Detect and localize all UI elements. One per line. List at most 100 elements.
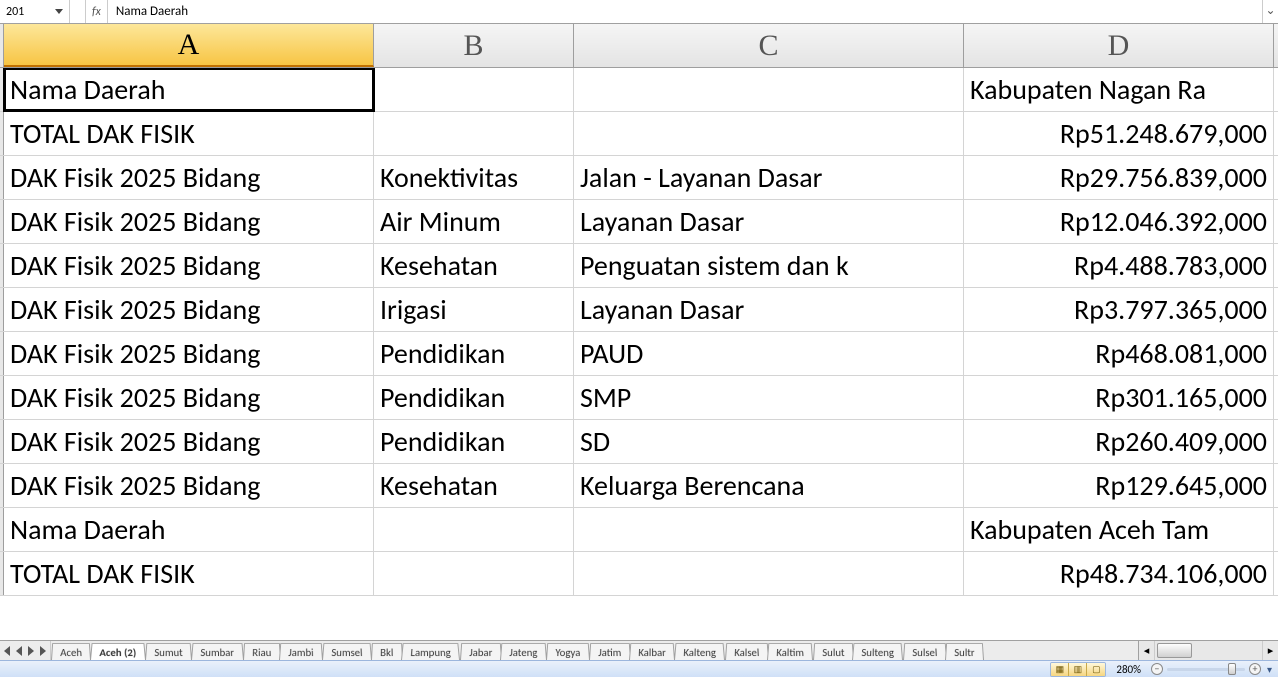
sheet-tab[interactable]: Aceh xyxy=(51,643,91,660)
sheet-tabs-bar: AcehAceh (2)SumutSumbarRiauJambiSumselBk… xyxy=(0,640,1278,660)
column-headers: ABCD xyxy=(0,24,1278,68)
column-header-B[interactable]: B xyxy=(374,24,574,67)
sheet-tab[interactable]: Jateng xyxy=(500,643,547,660)
cell[interactable]: Rp129.645,000 xyxy=(964,464,1274,507)
horizontal-scrollbar[interactable]: ◂ ▸ xyxy=(1138,641,1278,660)
sheet-tab[interactable]: Riau xyxy=(243,643,281,660)
zoom-thumb[interactable] xyxy=(1228,663,1236,675)
cell[interactable] xyxy=(374,112,574,155)
cell[interactable]: DAK Fisik 2025 Bidang xyxy=(4,156,374,199)
sheet-tab[interactable]: Aceh (2) xyxy=(90,643,146,660)
sheet-tab[interactable]: Yogya xyxy=(546,643,590,660)
sheet-tab[interactable]: Kaltim xyxy=(767,643,813,660)
cell[interactable]: Layanan Dasar xyxy=(574,288,964,331)
sheet-tab[interactable]: Sultr xyxy=(945,643,984,660)
sheet-tab[interactable]: Kalbar xyxy=(629,643,675,660)
cell[interactable]: SD xyxy=(574,420,964,463)
zoom-slider[interactable]: − + xyxy=(1151,663,1261,675)
cell[interactable]: Rp51.248.679,000 xyxy=(964,112,1274,155)
cell[interactable]: Rp468.081,000 xyxy=(964,332,1274,375)
cell[interactable]: DAK Fisik 2025 Bidang xyxy=(4,464,374,507)
sheet-tab[interactable]: Sulteng xyxy=(852,643,903,660)
cell[interactable]: Rp301.165,000 xyxy=(964,376,1274,419)
cell[interactable]: Pendidikan xyxy=(374,332,574,375)
cell[interactable]: Rp260.409,000 xyxy=(964,420,1274,463)
cell[interactable]: Nama Daerah xyxy=(4,68,374,111)
cell[interactable]: DAK Fisik 2025 Bidang xyxy=(4,420,374,463)
cell[interactable]: Pendidikan xyxy=(374,420,574,463)
sheet-tab[interactable]: Sulut xyxy=(813,643,854,660)
sheet-tab[interactable]: Sumsel xyxy=(322,643,372,660)
cell[interactable]: Konektivitas xyxy=(374,156,574,199)
formula-bar-expand-icon[interactable]: ⌄ xyxy=(1262,0,1278,23)
sheet-tab[interactable]: Kalteng xyxy=(674,643,725,660)
sheet-tab[interactable]: Lampung xyxy=(401,643,460,660)
cell[interactable] xyxy=(374,552,574,595)
cell[interactable]: Air Minum xyxy=(374,200,574,243)
cell[interactable] xyxy=(574,508,964,551)
cell[interactable]: Keluarga Berencana xyxy=(574,464,964,507)
cell[interactable]: Kesehatan xyxy=(374,244,574,287)
cell[interactable]: Irigasi xyxy=(374,288,574,331)
cell[interactable]: Penguatan sistem dan k xyxy=(574,244,964,287)
column-header-A[interactable]: A xyxy=(4,24,374,67)
cell[interactable]: Rp12.046.392,000 xyxy=(964,200,1274,243)
tab-nav-first-icon[interactable] xyxy=(4,646,10,656)
cell[interactable]: Kabupaten Nagan Ra xyxy=(964,68,1274,111)
cell[interactable]: Jalan - Layanan Dasar xyxy=(574,156,964,199)
zoom-out-button[interactable]: − xyxy=(1151,663,1163,675)
hscroll-left-icon[interactable]: ◂ xyxy=(1139,641,1155,660)
cell[interactable]: Rp29.756.839,000 xyxy=(964,156,1274,199)
tab-nav-prev-icon[interactable] xyxy=(16,646,22,656)
sheet-tab[interactable]: Sulsel xyxy=(903,643,947,660)
cell[interactable]: Nama Daerah xyxy=(4,508,374,551)
sheet-tab[interactable]: Sumut xyxy=(145,643,192,660)
cell[interactable]: TOTAL DAK FISIK xyxy=(4,552,374,595)
cell[interactable] xyxy=(574,68,964,111)
cell[interactable]: TOTAL DAK FISIK xyxy=(4,112,374,155)
name-box[interactable]: 201 xyxy=(0,0,70,23)
sheet-tab[interactable]: Jambi xyxy=(279,643,323,660)
sheet-tab[interactable]: Sumbar xyxy=(191,643,244,660)
cell[interactable] xyxy=(574,552,964,595)
tab-nav-next-icon[interactable] xyxy=(28,646,34,656)
cell[interactable] xyxy=(574,112,964,155)
cell[interactable]: Rp4.488.783,000 xyxy=(964,244,1274,287)
cell[interactable]: Layanan Dasar xyxy=(574,200,964,243)
cell[interactable]: Kabupaten Aceh Tam xyxy=(964,508,1274,551)
sheet-tab[interactable]: Kalsel xyxy=(725,643,769,660)
zoom-in-button[interactable]: + xyxy=(1249,663,1261,675)
tab-nav-last-icon[interactable] xyxy=(40,646,46,656)
cell[interactable] xyxy=(374,508,574,551)
sheet-tab[interactable]: Jabar xyxy=(460,643,502,660)
cell[interactable]: DAK Fisik 2025 Bidang xyxy=(4,244,374,287)
hscroll-track[interactable] xyxy=(1155,641,1262,660)
cell[interactable]: Kesehatan xyxy=(374,464,574,507)
name-box-dropdown-icon[interactable] xyxy=(55,9,63,14)
hscroll-thumb[interactable] xyxy=(1157,643,1192,658)
cell[interactable]: PAUD xyxy=(574,332,964,375)
sheet-tab[interactable]: Jatim xyxy=(589,643,631,660)
view-page-layout-button[interactable]: ▥ xyxy=(1069,663,1087,676)
column-header-D[interactable]: D xyxy=(964,24,1274,67)
cell[interactable]: Rp48.734.106,000 xyxy=(964,552,1274,595)
status-bar-menu-icon[interactable]: ▾ xyxy=(1267,663,1272,676)
cell[interactable]: DAK Fisik 2025 Bidang xyxy=(4,288,374,331)
cell[interactable]: DAK Fisik 2025 Bidang xyxy=(4,376,374,419)
view-normal-button[interactable]: ▦ xyxy=(1051,663,1069,676)
view-page-break-button[interactable]: ▢ xyxy=(1087,663,1105,676)
zoom-track[interactable] xyxy=(1167,668,1245,671)
hscroll-right-icon[interactable]: ▸ xyxy=(1262,641,1278,660)
sheet-tab[interactable]: Bkl xyxy=(371,643,403,660)
formula-bar-content[interactable]: Nama Daerah xyxy=(108,0,1262,23)
column-header-C[interactable]: C xyxy=(574,24,964,67)
cell[interactable]: DAK Fisik 2025 Bidang xyxy=(4,332,374,375)
cell[interactable]: DAK Fisik 2025 Bidang xyxy=(4,200,374,243)
zoom-percent[interactable]: 280% xyxy=(1112,663,1145,676)
cell[interactable] xyxy=(374,68,574,111)
fx-label[interactable]: fx xyxy=(86,0,108,23)
grid-rows: Nama Daerah Kabupaten Nagan Ra TOTAL DAK F… xyxy=(0,68,1278,627)
cell[interactable]: Pendidikan xyxy=(374,376,574,419)
cell[interactable]: SMP xyxy=(574,376,964,419)
cell[interactable]: Rp3.797.365,000 xyxy=(964,288,1274,331)
